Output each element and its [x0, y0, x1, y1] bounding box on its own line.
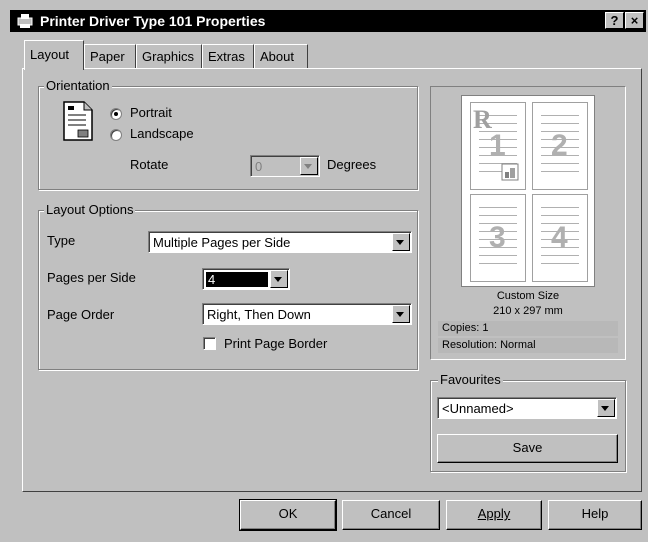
- portrait-radio[interactable]: [110, 108, 122, 120]
- favourites-value: <Unnamed>: [442, 401, 514, 416]
- degrees-label: Degrees: [327, 157, 377, 172]
- tab-extras[interactable]: Extras: [202, 44, 254, 68]
- preview-page-4: 4: [532, 194, 588, 282]
- page-order-select[interactable]: Right, Then Down: [202, 303, 412, 325]
- orientation-group: [38, 86, 418, 190]
- type-select[interactable]: Multiple Pages per Side: [148, 231, 412, 253]
- preview-page-number-3: 3: [489, 221, 506, 254]
- cancel-button[interactable]: Cancel: [342, 500, 440, 530]
- preview-page-number-1: 1: [489, 129, 506, 162]
- rotate-label: Rotate: [130, 157, 169, 172]
- help-button[interactable]: Help: [548, 500, 642, 530]
- paper-size-name: Custom Size: [496, 290, 560, 302]
- rotate-select: 0: [250, 155, 320, 177]
- pages-per-side-select[interactable]: 4: [202, 268, 290, 290]
- ok-button[interactable]: OK: [239, 499, 337, 531]
- preview-page-number-2: 2: [551, 129, 568, 162]
- pages-per-side-highlight: [206, 272, 268, 287]
- rotate-value: 0: [255, 159, 263, 174]
- ok-button-label: OK: [278, 506, 298, 521]
- landscape-radio[interactable]: [110, 129, 122, 141]
- preview-page-2: 2: [532, 102, 588, 190]
- help-title-button[interactable]: ?: [605, 12, 624, 29]
- pages-per-side-value: 4: [208, 272, 216, 287]
- layout-options-group-label: Layout Options: [44, 202, 136, 217]
- preview-page-3: 3: [470, 194, 526, 282]
- orientation-group-label: Orientation: [44, 78, 112, 93]
- window-title: Printer Driver Type 101 Properties: [40, 13, 266, 29]
- page-order-dropdown-arrow-icon[interactable]: [392, 305, 410, 323]
- favourites-select[interactable]: <Unnamed>: [437, 397, 617, 419]
- preview-page-1: R 1: [470, 102, 526, 190]
- landscape-label: Landscape: [130, 126, 194, 141]
- printer-icon: [17, 14, 33, 28]
- tab-paper[interactable]: Paper: [84, 44, 136, 68]
- tab-layout[interactable]: Layout: [24, 40, 84, 70]
- favourites-group-label: Favourites: [438, 372, 503, 387]
- page-overlay-icon: [501, 163, 519, 181]
- cancel-button-label: Cancel: [370, 506, 412, 521]
- rotate-dropdown-arrow-icon: [300, 157, 318, 175]
- portrait-page-icon: [63, 101, 93, 141]
- portrait-label: Portrait: [130, 105, 172, 120]
- tab-graphics[interactable]: Graphics: [136, 44, 202, 68]
- favourites-dropdown-arrow-icon[interactable]: [597, 399, 615, 417]
- preview-page-number-4: 4: [551, 221, 568, 254]
- print-page-border-checkbox[interactable]: [203, 337, 216, 350]
- pages-per-side-dropdown-arrow-icon[interactable]: [270, 270, 288, 288]
- pages-per-side-label: Pages per Side: [47, 270, 136, 285]
- help-button-label: Help: [581, 506, 609, 521]
- tab-about[interactable]: About: [254, 44, 308, 68]
- save-button-label: Save: [512, 440, 543, 455]
- page-order-value: Right, Then Down: [207, 307, 311, 322]
- paper-size-dims: 210 x 297 mm: [493, 305, 563, 317]
- resolution-info: Resolution: Normal: [438, 338, 618, 353]
- type-label: Type: [47, 233, 76, 248]
- type-value: Multiple Pages per Side: [153, 235, 291, 250]
- save-button[interactable]: Save: [437, 434, 618, 463]
- page-order-label: Page Order: [47, 307, 115, 322]
- apply-button[interactable]: Apply: [446, 500, 542, 530]
- close-title-button[interactable]: ×: [625, 12, 644, 29]
- type-dropdown-arrow-icon[interactable]: [392, 233, 410, 251]
- apply-button-label: Apply: [477, 506, 511, 521]
- copies-info: Copies: 1: [438, 321, 618, 336]
- print-page-border-label: Print Page Border: [224, 336, 328, 351]
